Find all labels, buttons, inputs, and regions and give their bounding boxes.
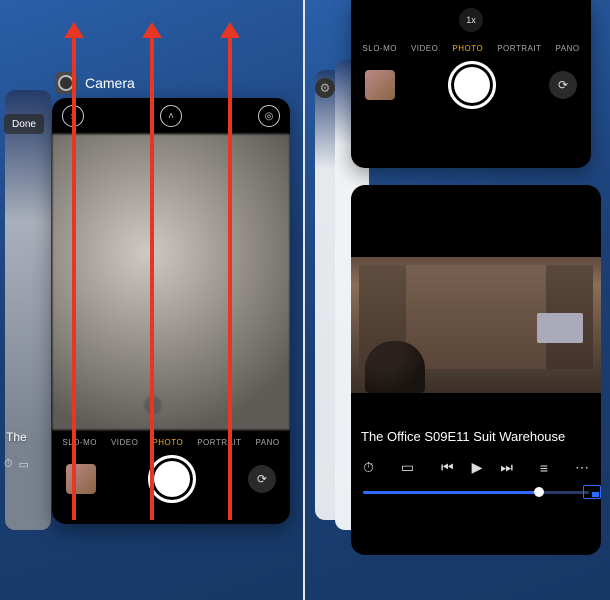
camera-app-card-dismissing[interactable]: 1x SLO-MO VIDEO PHOTO PORTRAIT PANO ⟳ [351, 0, 591, 168]
shutter-button[interactable] [448, 61, 496, 109]
mode-video[interactable]: VIDEO [111, 438, 138, 447]
left-panel: Done The ⏱ ▭ Camera ⚡︎ ˄ ◎ SLO-MO VIDEO … [0, 0, 305, 600]
camera-mode-strip[interactable]: SLO-MO VIDEO PHOTO PORTRAIT PANO [351, 36, 591, 57]
photo-thumbnail[interactable] [365, 70, 395, 100]
background-title-truncated: The [6, 430, 27, 444]
camera-shutter-row: ⟳ [52, 451, 290, 517]
zoom-badge[interactable]: 1x [459, 8, 483, 32]
camera-topbar: 1x [351, 0, 591, 36]
photo-thumbnail[interactable] [66, 464, 96, 494]
clock-icon[interactable]: ⏱ [4, 458, 13, 471]
progress-bar[interactable] [363, 491, 589, 494]
mode-portrait[interactable]: PORTRAIT [497, 44, 541, 53]
eq-icon[interactable]: ≡ [540, 460, 548, 476]
camera-topbar: ⚡︎ ˄ ◎ [52, 98, 290, 134]
swipe-up-arrow [228, 26, 232, 520]
aspect-icon[interactable]: ▭ [401, 459, 414, 476]
progress-knob[interactable] [534, 487, 544, 497]
more-icon[interactable]: ⋯ [575, 459, 589, 476]
video-detail [365, 341, 425, 393]
progress-fill [363, 491, 539, 494]
mode-video[interactable]: VIDEO [411, 44, 438, 53]
video-transport-bar: ⏱ ▭ ⏮ ▶ ⏭ ≡ ⋯ [351, 459, 601, 476]
mode-pano[interactable]: PANO [256, 438, 280, 447]
swipe-up-arrow [150, 26, 154, 520]
mode-slo-mo[interactable]: SLO-MO [62, 438, 97, 447]
chevron-up-icon[interactable]: ˄ [160, 105, 182, 127]
video-frame [351, 257, 601, 393]
swipe-up-arrow [72, 26, 76, 520]
app-switcher-title: Camera [55, 72, 135, 94]
video-title: The Office S09E11 Suit Warehouse [361, 429, 565, 444]
done-button[interactable]: Done [4, 114, 44, 134]
live-photo-icon[interactable]: ◎ [258, 105, 280, 127]
play-icon[interactable]: ▶ [472, 459, 483, 476]
right-panel: ⚙ 1x SLO-MO VIDEO PHOTO PORTRAIT PANO ⟳ … [305, 0, 610, 600]
video-player-card[interactable]: The Office S09E11 Suit Warehouse ⏱ ▭ ⏮ ▶… [351, 185, 601, 555]
mode-photo[interactable]: PHOTO [452, 44, 483, 53]
settings-icon[interactable]: ⚙ [315, 78, 335, 98]
camera-mode-strip[interactable]: SLO-MO VIDEO PHOTO PORTRAIT PANO [52, 430, 290, 451]
window-icon[interactable]: ▭ [19, 458, 29, 471]
mode-slo-mo[interactable]: SLO-MO [362, 44, 397, 53]
video-detail [537, 313, 583, 343]
clock-icon[interactable]: ⏱ [363, 459, 374, 476]
background-player-controls: ⏱ ▭ [4, 458, 29, 471]
camera-app-card[interactable]: ⚡︎ ˄ ◎ SLO-MO VIDEO PHOTO PORTRAIT PANO … [52, 98, 290, 524]
camera-swap-icon[interactable]: ⟳ [549, 71, 577, 99]
camera-viewfinder [52, 134, 290, 430]
mode-portrait[interactable]: PORTRAIT [197, 438, 241, 447]
mode-pano[interactable]: PANO [556, 44, 580, 53]
camera-shutter-row: ⟳ [351, 57, 591, 123]
app-label: Camera [85, 75, 135, 91]
next-track-icon[interactable]: ⏭ [500, 459, 513, 476]
shutter-button[interactable] [148, 455, 196, 503]
prev-track-icon[interactable]: ⏮ [441, 459, 454, 476]
mode-photo[interactable]: PHOTO [152, 438, 183, 447]
pip-icon[interactable] [583, 485, 601, 499]
camera-swap-icon[interactable]: ⟳ [248, 465, 276, 493]
